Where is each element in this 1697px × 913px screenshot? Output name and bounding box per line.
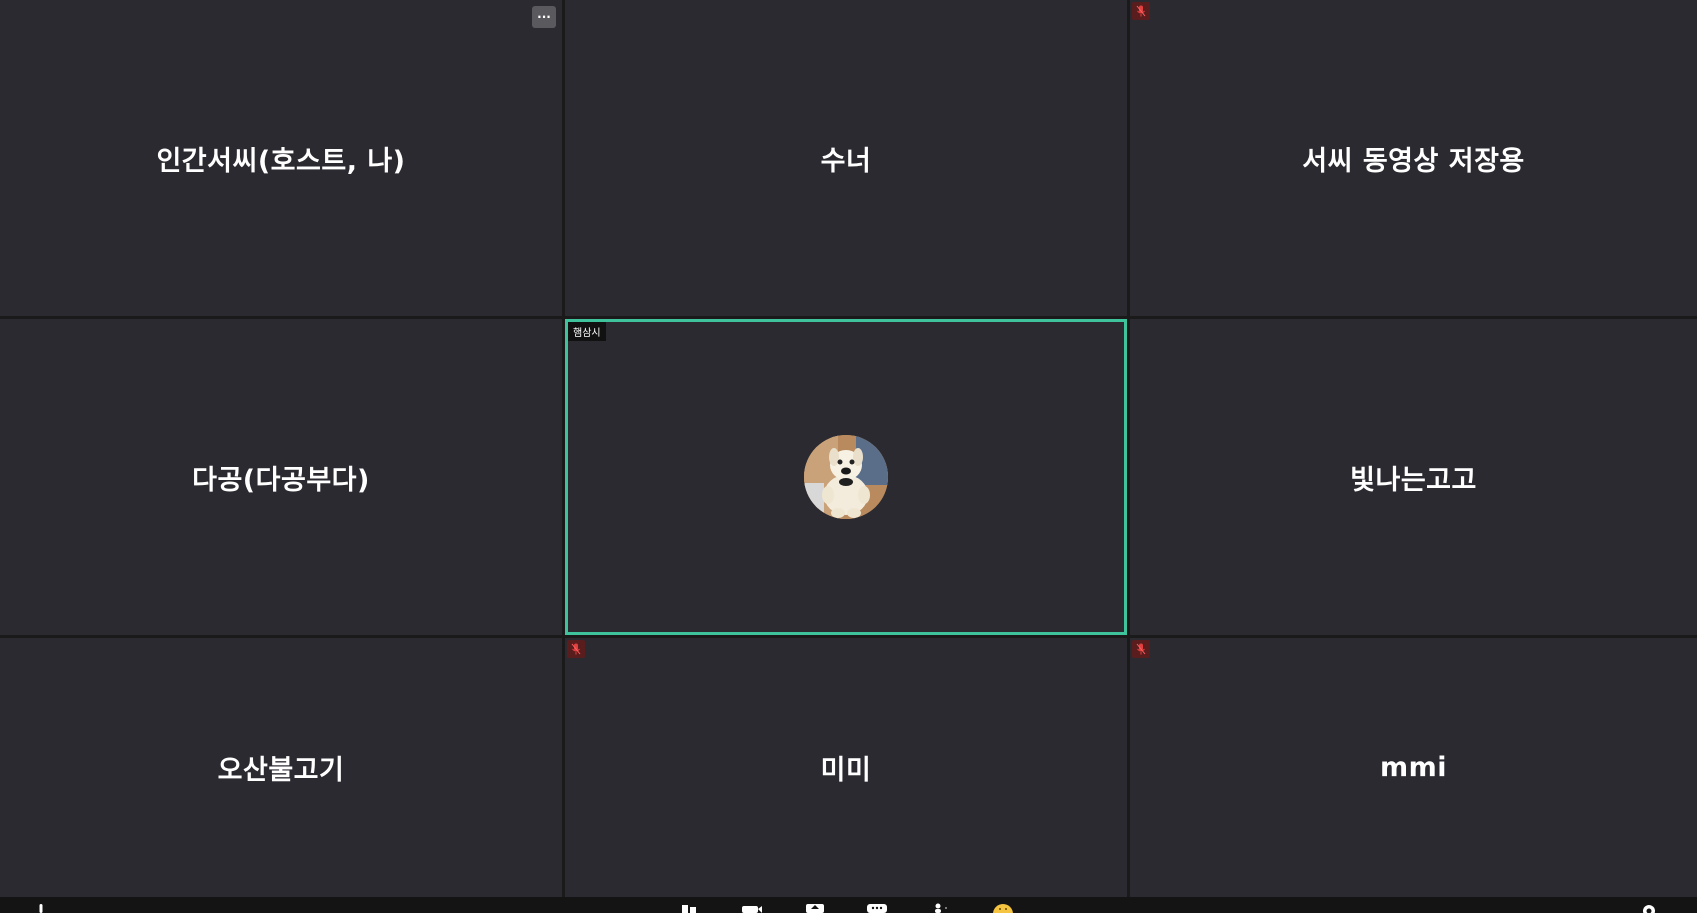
participant-name-tag: 햄삼시 <box>568 322 606 341</box>
participant-tile[interactable]: mmi <box>1130 638 1697 897</box>
participant-tile[interactable]: 다공(다공부다) <box>0 319 562 635</box>
video-meeting-window: ··· 인간서씨(호스트, 나) 수너 서씨 동영상 저장용 다공(다공부다) … <box>0 0 1697 913</box>
chat-icon-glyph <box>867 904 887 913</box>
participant-name: 미미 <box>820 755 872 786</box>
participant-name: 서씨 동영상 저장용 <box>1302 145 1525 177</box>
share-screen-icon[interactable] <box>804 903 826 913</box>
muted-mic-icon-glyph <box>571 643 581 655</box>
muted-mic-icon <box>567 640 585 658</box>
participant-name: mmi <box>1379 752 1448 783</box>
participant-name: 인간서씨(호스트, 나) <box>156 145 406 177</box>
participant-gallery: ··· 인간서씨(호스트, 나) 수너 서씨 동영상 저장용 다공(다공부다) … <box>0 0 1697 897</box>
reactions-icon-glyph <box>993 904 1013 913</box>
share-screen-icon-glyph <box>806 904 824 913</box>
participant-name: 다공(다공부다) <box>192 464 370 496</box>
participant-tile[interactable]: 미미 <box>565 638 1127 897</box>
participants-icon[interactable] <box>930 903 952 913</box>
participant-avatar <box>804 435 888 519</box>
muted-mic-icon-glyph <box>1136 643 1146 655</box>
video-icon-glyph <box>742 906 762 913</box>
meeting-toolbar <box>0 897 1697 913</box>
muted-mic-icon <box>1132 2 1150 20</box>
active-speaker-tile[interactable]: 햄삼시 <box>565 319 1127 635</box>
settings-icon-glyph <box>1643 905 1655 913</box>
participants-icon-glyph <box>935 903 947 913</box>
participant-tile[interactable]: 빛나는고고 <box>1130 319 1697 635</box>
chat-icon[interactable] <box>866 903 888 913</box>
reactions-icon[interactable] <box>992 903 1014 913</box>
participant-name: 수너 <box>820 145 872 177</box>
settings-icon[interactable] <box>1638 903 1660 913</box>
mic-icon-glyph <box>39 904 43 913</box>
participant-name: 빛나는고고 <box>1350 464 1477 496</box>
participant-name: 오산불고기 <box>217 755 345 786</box>
video-icon[interactable] <box>741 903 763 913</box>
participant-tile[interactable]: 오산불고기 <box>0 638 562 897</box>
muted-mic-icon <box>1132 640 1150 658</box>
gallery-view-icon[interactable] <box>678 903 700 913</box>
mic-icon[interactable] <box>30 903 52 913</box>
more-options-button[interactable]: ··· <box>532 6 556 28</box>
gallery-view-icon-glyph <box>682 905 696 913</box>
participant-tile[interactable]: ··· 인간서씨(호스트, 나) <box>0 0 562 316</box>
participant-tile[interactable]: 서씨 동영상 저장용 <box>1130 0 1697 316</box>
muted-mic-icon-glyph <box>1136 5 1146 17</box>
participant-tile[interactable]: 수너 <box>565 0 1127 316</box>
avatar-photo <box>804 435 888 519</box>
